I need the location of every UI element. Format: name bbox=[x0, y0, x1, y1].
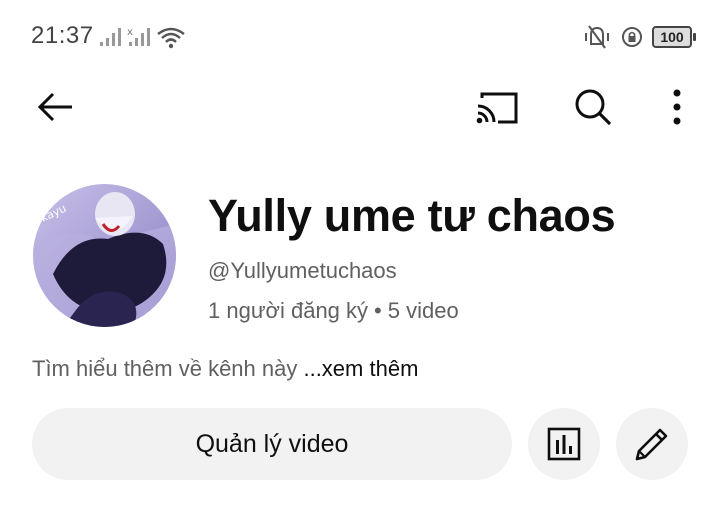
cast-button[interactable] bbox=[474, 84, 520, 130]
see-more-link[interactable]: ...xem thêm bbox=[303, 356, 418, 381]
signal-icon bbox=[100, 28, 121, 46]
avatar-image: kayu bbox=[33, 184, 176, 327]
back-arrow-icon bbox=[37, 92, 72, 122]
status-time: 21:37 bbox=[31, 22, 94, 49]
analytics-button[interactable] bbox=[528, 408, 600, 480]
edit-channel-button[interactable] bbox=[616, 408, 688, 480]
channel-avatar[interactable]: kayu bbox=[33, 184, 176, 327]
search-button[interactable] bbox=[570, 84, 616, 130]
subscriber-count: 1 người đăng ký bbox=[208, 298, 369, 323]
more-options-button[interactable] bbox=[660, 84, 694, 130]
stats-separator: • bbox=[374, 298, 382, 323]
cast-icon bbox=[476, 92, 518, 124]
svg-text:x: x bbox=[127, 27, 133, 38]
back-button[interactable] bbox=[32, 84, 78, 130]
status-right: 100 bbox=[582, 24, 696, 50]
signal-no-service-icon: x bbox=[127, 27, 150, 46]
battery-indicator: 100 bbox=[652, 26, 696, 48]
vibrate-bell-icon bbox=[585, 25, 609, 49]
manage-videos-button[interactable]: Quản lý video bbox=[32, 408, 512, 480]
analytics-icon bbox=[547, 427, 581, 461]
wifi-icon bbox=[157, 27, 185, 49]
channel-name: Yully ume tư chaos bbox=[208, 190, 616, 241]
about-text: Tìm hiểu thêm về kênh này bbox=[32, 356, 304, 381]
channel-handle: @Yullyumetuchaos bbox=[208, 258, 397, 283]
channel-stats: 1 người đăng ký • 5 video bbox=[208, 298, 459, 324]
status-bar: 21:37 x 100 bbox=[0, 0, 720, 78]
more-vertical-icon bbox=[673, 89, 681, 125]
top-app-bar bbox=[0, 78, 720, 134]
manage-videos-label: Quản lý video bbox=[195, 429, 349, 458]
channel-about[interactable]: Tìm hiểu thêm về kênh này ...xem thêm bbox=[32, 356, 418, 382]
video-count: 5 video bbox=[387, 298, 459, 323]
edit-pencil-icon bbox=[635, 428, 668, 461]
search-icon bbox=[575, 89, 612, 126]
rotation-lock-icon bbox=[622, 27, 642, 47]
